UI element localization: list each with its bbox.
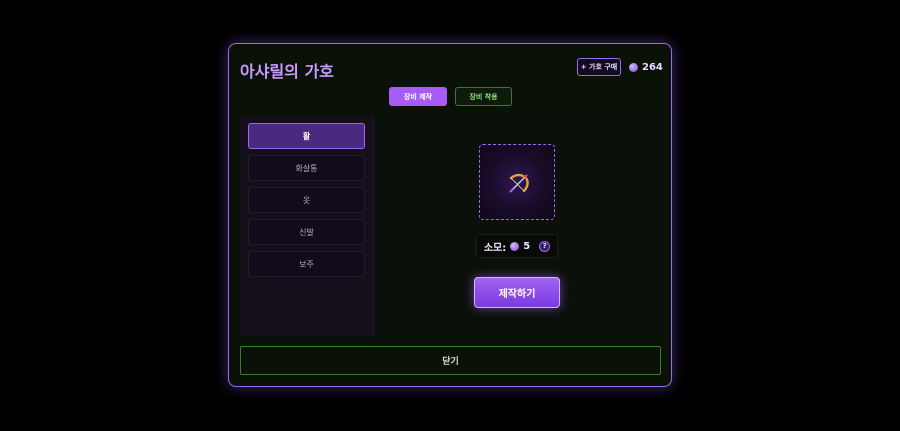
purple-orb-icon bbox=[629, 63, 638, 72]
category-sidebar: 활 화살통 옷 신발 보주 bbox=[240, 116, 374, 337]
currency-amount: 264 bbox=[642, 62, 663, 73]
sidebar-item-quiver[interactable]: 화살통 bbox=[248, 155, 365, 181]
help-icon[interactable]: ? bbox=[539, 240, 551, 252]
cost-amount: 5 bbox=[523, 240, 531, 252]
tab-equip[interactable]: 장비 착용 bbox=[455, 87, 512, 106]
sidebar-item-clothes[interactable]: 옷 bbox=[248, 187, 365, 213]
purple-orb-icon bbox=[510, 241, 520, 251]
content-panel: 활 화살통 옷 신발 보주 소모: 5 ? 제작하기 bbox=[240, 116, 661, 337]
close-button[interactable]: 닫기 bbox=[240, 346, 661, 375]
sidebar-item-orb[interactable]: 보주 bbox=[248, 251, 365, 277]
sidebar-item-bow[interactable]: 활 bbox=[248, 123, 365, 149]
buy-blessing-button[interactable]: + 가호 구매 bbox=[577, 58, 621, 76]
tab-craft[interactable]: 장비 제작 bbox=[389, 87, 447, 106]
bow-icon bbox=[509, 173, 529, 193]
sidebar-item-shoes[interactable]: 신발 bbox=[248, 219, 365, 245]
cost-label: 소모: bbox=[483, 242, 507, 254]
craft-modal: 아샤릴의 가호 + 가호 구매 264 장비 제작 장비 착용 활 화살통 옷 … bbox=[228, 43, 672, 387]
currency-display: 264 bbox=[629, 61, 663, 74]
craft-button[interactable]: 제작하기 bbox=[474, 277, 560, 308]
cost-display: 소모: 5 ? bbox=[476, 234, 558, 258]
modal-title: 아샤릴의 가호 bbox=[240, 62, 334, 81]
item-preview-slot bbox=[479, 144, 555, 220]
